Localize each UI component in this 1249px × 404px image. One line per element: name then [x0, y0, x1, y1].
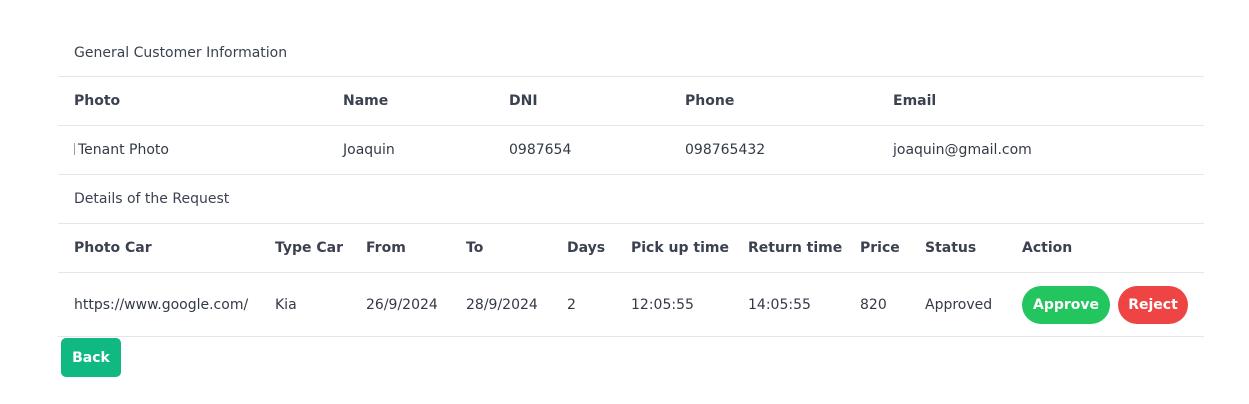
customer-table-header: Photo Name DNI Phone Email — [58, 77, 1204, 126]
request-return-time: 14:05:55 — [748, 296, 811, 313]
customer-phone: 098765432 — [685, 142, 766, 158]
header-price: Price — [860, 240, 900, 256]
request-status: Approved — [925, 296, 993, 313]
header-dni: DNI — [509, 93, 538, 109]
broken-image-icon — [74, 142, 78, 158]
request-photo-car: https://www.google.com/ — [74, 296, 249, 313]
header-email: Email — [893, 93, 937, 109]
header-from: From — [366, 240, 406, 256]
request-pick-up-time: 12:05:55 — [631, 296, 694, 313]
request-details-panel: General Customer Information Photo Name … — [58, 29, 1204, 337]
customer-email: joaquin@gmail.com — [893, 142, 1032, 158]
header-pick-up-time: Pick up time — [631, 240, 729, 256]
tenant-photo-alt: Tenant Photo — [78, 142, 169, 158]
request-days: 2 — [567, 296, 576, 313]
header-days: Days — [567, 240, 606, 256]
request-table-row: https://www.google.com/ Kia 26/9/2024 28… — [58, 273, 1204, 337]
header-phone: Phone — [685, 93, 735, 109]
customer-section-title: General Customer Information — [58, 29, 1204, 77]
header-photo: Photo — [74, 93, 121, 109]
customer-dni: 0987654 — [509, 142, 572, 158]
header-name: Name — [343, 93, 389, 109]
approve-button[interactable]: Approve — [1022, 285, 1110, 324]
request-price: 820 — [860, 296, 887, 313]
request-to: 28/9/2024 — [466, 296, 538, 313]
header-action: Action — [1022, 240, 1073, 256]
request-from: 26/9/2024 — [366, 296, 438, 313]
back-button[interactable]: Back — [61, 338, 121, 377]
request-section-title: Details of the Request — [58, 175, 1204, 224]
request-table-header: Photo Car Type Car From To Days Pick up … — [58, 224, 1204, 273]
header-photo-car: Photo Car — [74, 240, 152, 256]
header-status: Status — [925, 240, 977, 256]
tenant-photo: Tenant Photo — [74, 126, 169, 174]
request-actions: Approve Reject — [1022, 273, 1188, 336]
header-to: To — [466, 240, 484, 256]
header-type-car: Type Car — [275, 240, 344, 256]
header-return-time: Return time — [748, 240, 843, 256]
reject-button[interactable]: Reject — [1118, 285, 1188, 324]
customer-table-row: Tenant Photo Joaquin 0987654 098765432 j… — [58, 126, 1204, 175]
request-type-car: Kia — [275, 296, 297, 313]
customer-name: Joaquin — [343, 142, 395, 158]
